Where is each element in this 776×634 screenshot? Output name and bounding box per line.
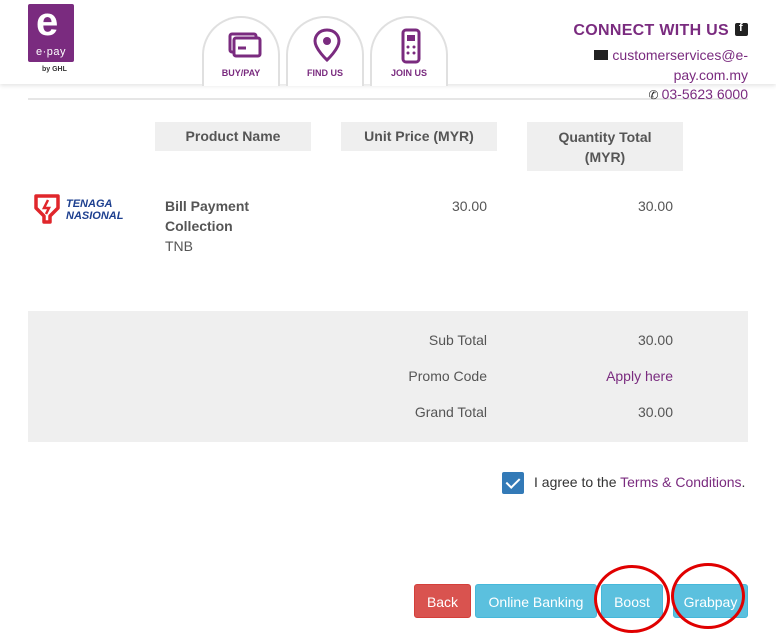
grand-total-value: 30.00	[637, 404, 673, 420]
connect-with-us: CONNECT WITH US	[573, 22, 748, 40]
terms-agreement-text: I agree to the Terms & Conditions.	[534, 474, 746, 490]
connect-title: CONNECT WITH US	[573, 22, 729, 39]
contact-email[interactable]: customerservices@e-pay.com.my	[578, 45, 748, 85]
sub-total-label: Sub Total	[428, 332, 487, 348]
nav-find-us[interactable]: FIND US	[286, 16, 364, 86]
col-header-product-name: Product Name	[155, 122, 311, 151]
product-sub-name: TNB	[165, 238, 193, 254]
logo-word: e·pay	[35, 46, 67, 58]
epay-logo-mark: e e·pay	[28, 4, 74, 62]
nav-join-us[interactable]: JOIN US	[370, 16, 448, 86]
tnb-logo: TENAGA NASIONAL	[32, 192, 128, 228]
facebook-icon[interactable]	[735, 22, 748, 36]
nav-buy-pay-label: BUY/PAY	[221, 68, 261, 78]
tnb-logo-text: TENAGA NASIONAL	[66, 198, 124, 222]
quantity-total-value: 30.00	[637, 198, 673, 214]
sub-total-value: 30.00	[637, 332, 673, 348]
terms-link[interactable]: Terms & Conditions	[620, 474, 741, 490]
grand-total-label: Grand Total	[414, 404, 487, 420]
nav-find-us-label: FIND US	[307, 68, 343, 78]
contact-email-text[interactable]: customerservices@e-pay.com.my	[612, 47, 748, 83]
unit-price-value: 30.00	[451, 198, 487, 214]
col-header-unit-price: Unit Price (MYR)	[341, 122, 497, 151]
epay-logo[interactable]: e e·pay by GHL	[28, 4, 76, 76]
site-header: e e·pay by GHL BUY/PAY FIND US JOIN US C…	[0, 0, 776, 86]
logo-byline: by GHL	[42, 66, 67, 73]
boost-button[interactable]: Boost	[601, 584, 663, 618]
apply-promo-link[interactable]: Apply here	[523, 368, 673, 384]
divider	[28, 98, 748, 100]
phone-icon: ✆	[648, 88, 659, 102]
col-header-quantity-total: Quantity Total (MYR)	[527, 122, 683, 171]
contact-phone-text[interactable]: 03-5623 6000	[662, 86, 748, 102]
back-button[interactable]: Back	[414, 584, 471, 618]
envelope-icon	[594, 50, 609, 60]
online-banking-button[interactable]: Online Banking	[475, 584, 597, 618]
promo-code-label: Promo Code	[408, 368, 487, 384]
tnb-logo-mark	[34, 194, 60, 224]
location-pin-icon	[313, 28, 341, 63]
nav-buy-pay[interactable]: BUY/PAY	[202, 16, 280, 86]
card-icon	[228, 32, 262, 58]
contact-phone[interactable]: ✆ 03-5623 6000	[649, 86, 748, 102]
totals-panel: Sub Total 30.00 Promo Code Apply here Gr…	[28, 311, 748, 442]
product-name-line-2: Collection	[165, 218, 233, 234]
product-name-line-1: Bill Payment	[165, 198, 250, 214]
nav-join-us-label: JOIN US	[390, 68, 427, 78]
grabpay-button[interactable]: Grabpay	[673, 584, 748, 618]
terms-checkbox[interactable]	[502, 472, 524, 494]
payment-terminal-icon	[401, 28, 421, 64]
